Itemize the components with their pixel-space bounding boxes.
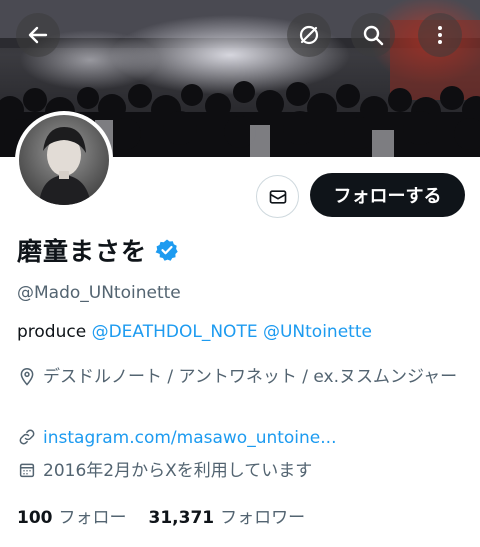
- arrow-left-icon: [28, 26, 48, 44]
- hide-button[interactable]: [287, 13, 331, 57]
- display-name: 磨童まさを: [17, 237, 148, 266]
- more-vertical-icon: [438, 26, 442, 44]
- mention-untoinette[interactable]: @UNtoinette: [263, 322, 372, 342]
- eye-slash-icon: [299, 25, 319, 45]
- joined-text: 2016年2月からXを利用しています: [43, 461, 313, 481]
- more-button[interactable]: [418, 13, 462, 57]
- location-row: デスドルノート / アントワネット / ex.ヌスムンジャー: [17, 364, 463, 390]
- user-handle: @Mado_UNtoinette: [17, 283, 181, 303]
- message-button[interactable]: [256, 175, 299, 218]
- bio: produce @DEATHDOL_NOTE @UNtoinette: [17, 322, 372, 342]
- joined-row: 2016年2月からXを利用しています: [17, 458, 463, 484]
- name-row: 磨童まさを: [17, 233, 179, 267]
- website-row: instagram.com/masawo_untoine...: [17, 425, 463, 451]
- following-count: 100: [17, 508, 53, 528]
- bio-text: produce: [17, 322, 87, 342]
- followers-label: フォロワー: [220, 508, 306, 528]
- following-stat[interactable]: 100 フォロー: [17, 503, 127, 528]
- location-text: デスドルノート / アントワネット / ex.ヌスムンジャー: [43, 367, 458, 387]
- followers-stat[interactable]: 31,371 フォロワー: [149, 503, 306, 528]
- search-button[interactable]: [351, 13, 395, 57]
- following-label: フォロー: [58, 508, 127, 528]
- search-icon: [363, 25, 384, 46]
- mail-icon: [269, 189, 286, 204]
- verified-badge-icon[interactable]: [155, 238, 179, 262]
- avatar[interactable]: [15, 111, 113, 209]
- follow-stats: 100 フォロー 31,371 フォロワー: [17, 503, 305, 528]
- followers-count: 31,371: [148, 508, 215, 528]
- follow-button[interactable]: フォローする: [310, 173, 465, 217]
- mention-deathdol-note[interactable]: @DEATHDOL_NOTE: [92, 322, 258, 342]
- location-pin-icon: [17, 364, 37, 387]
- avatar-image: [19, 115, 109, 205]
- back-button[interactable]: [16, 13, 60, 57]
- link-icon: [17, 425, 37, 446]
- website-link[interactable]: instagram.com/masawo_untoine...: [43, 425, 463, 451]
- calendar-icon: [17, 458, 37, 479]
